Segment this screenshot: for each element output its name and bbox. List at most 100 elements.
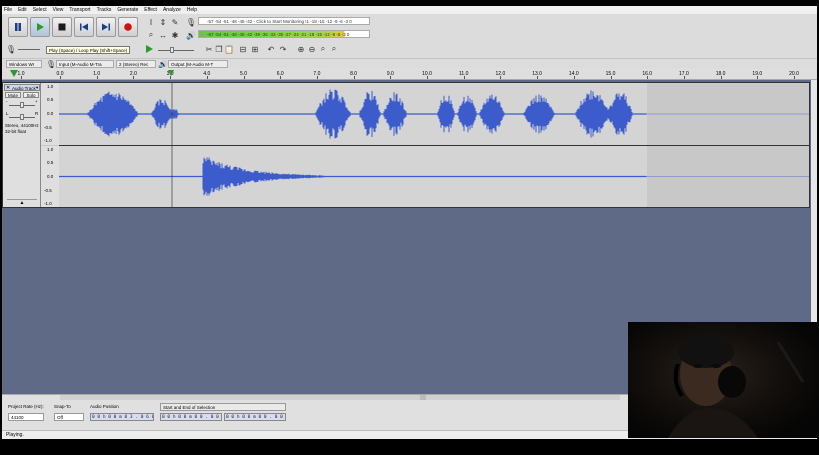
redo-icon[interactable]: ↷ — [278, 44, 288, 54]
device-toolbar: Windows WI 🎙 Input (M-Audio M-Tra 2 (Ste… — [2, 58, 817, 69]
output-device-select[interactable]: Output (M-Audio M-T — [168, 60, 228, 68]
waveform-right-channel[interactable] — [59, 146, 809, 207]
cut-icon[interactable]: ✂ — [204, 44, 214, 54]
pan-left-label: L — [6, 111, 9, 116]
gain-slider-thumb[interactable] — [20, 102, 24, 108]
waveform-left-channel[interactable] — [59, 83, 809, 145]
menu-analyze[interactable]: Analyze — [163, 7, 181, 13]
stop-icon — [58, 23, 66, 31]
ruler-tick-mark — [537, 76, 539, 79]
scale-label: 0.0 — [47, 111, 54, 116]
play-speed-slider[interactable] — [158, 50, 194, 51]
playback-meter[interactable]: -57 -54 -51 -48 -45 -42 -39 -36 -33 -30 … — [198, 30, 370, 38]
amplitude-scale-left: 1.0 0.5 0.0 -0.5 -1.0 — [41, 83, 59, 145]
menu-effect[interactable]: Effect — [144, 7, 157, 13]
ruler-tick-mark — [500, 76, 502, 79]
paste-icon[interactable]: 📋 — [224, 44, 234, 54]
ruler-tick-mark — [757, 76, 759, 79]
audio-track[interactable]: ✕ Audio Track ▾ Mute Solo - + L R Stereo… — [2, 82, 810, 208]
scale-label: -1.0 — [44, 138, 52, 143]
zoom-out-icon[interactable]: ⊖ — [307, 44, 317, 54]
draw-tool-icon[interactable]: ✎ — [170, 17, 180, 27]
play-meter-speaker-icon: 🔊 — [186, 30, 196, 40]
menu-select[interactable]: Select — [33, 7, 47, 13]
close-track-icon[interactable]: ✕ — [6, 85, 10, 91]
horizontal-scrollbar[interactable] — [60, 395, 620, 400]
skip-to-end-icon — [102, 23, 110, 31]
track-name[interactable]: Audio Track — [12, 86, 36, 91]
menu-file[interactable]: File — [4, 7, 12, 13]
mic-volume-icon: 🎙 — [5, 44, 17, 54]
pan-right-label: R — [35, 111, 39, 116]
timeshift-tool-icon[interactable]: ↔ — [158, 30, 168, 40]
menu-bar: File Edit Select View Transport Tracks G… — [2, 6, 817, 14]
fit-project-icon[interactable]: ⌕ — [329, 44, 339, 54]
collapse-track-button[interactable]: ▲ — [7, 199, 37, 206]
audio-host-select[interactable]: Windows WI — [6, 60, 42, 68]
input-device-select[interactable]: Input (M-Audio M-Tra — [56, 60, 114, 68]
play-at-speed-icon[interactable] — [144, 44, 154, 54]
menu-generate[interactable]: Generate — [117, 7, 138, 13]
snap-to-select[interactable]: Off — [54, 413, 84, 421]
stop-button[interactable] — [52, 17, 72, 37]
track-title-bar[interactable]: ✕ Audio Track ▾ — [4, 84, 40, 91]
ruler-tick-mark — [353, 76, 355, 79]
menu-tracks[interactable]: Tracks — [97, 7, 112, 13]
skip-to-start-icon — [80, 23, 88, 31]
channels-select[interactable]: 2 (Stereo) Rec — [116, 60, 156, 68]
menu-help[interactable]: Help — [187, 7, 197, 13]
ruler-tick-mark — [96, 76, 98, 79]
selection-tool-icon[interactable]: I — [146, 17, 156, 27]
mute-button[interactable]: Mute — [5, 92, 21, 98]
track-control-panel: ✕ Audio Track ▾ Mute Solo - + L R Stereo… — [3, 83, 41, 207]
record-button[interactable] — [118, 17, 138, 37]
play-tooltip: Play (Space) / Loop Play (Shift+Space) — [46, 46, 131, 54]
pause-button[interactable] — [8, 17, 28, 37]
undo-icon[interactable]: ↶ — [266, 44, 276, 54]
horizontal-scrollbar-thumb[interactable] — [420, 395, 426, 400]
record-meter-mic-icon: 🎙 — [185, 17, 197, 27]
ruler-tick-mark — [21, 76, 22, 79]
selection-start-field[interactable]: 0 0 h 0 0 m 0 0 . 0 0 0 s — [160, 413, 222, 421]
envelope-tool-icon[interactable]: ⇕ — [158, 17, 168, 27]
timeline-ruler[interactable]: 1.00.01.02.03.04.05.06.07.08.09.010.011.… — [2, 68, 817, 80]
selection-end-field[interactable]: 0 0 h 0 0 m 0 0 . 0 0 0 s — [224, 413, 286, 421]
track-info-bitdepth: 32-bit float — [5, 129, 27, 134]
menu-edit[interactable]: Edit — [18, 7, 27, 13]
ruler-tick-mark — [610, 76, 612, 79]
selection-mode-select[interactable]: Start and End of Selection — [160, 403, 286, 411]
copy-icon[interactable]: ❐ — [214, 44, 224, 54]
ruler-tick-mark — [647, 76, 649, 79]
track-info-format: Stereo, 44100Hz — [5, 123, 39, 128]
record-volume-slider[interactable] — [18, 49, 40, 50]
multi-tool-icon[interactable]: ✱ — [170, 30, 180, 40]
trim-icon[interactable]: ⊟ — [238, 44, 248, 54]
ruler-tick-mark — [206, 76, 208, 79]
gain-plus-label: + — [35, 99, 38, 104]
webcam-overlay — [628, 322, 819, 438]
zoom-tool-icon[interactable]: ⌕ — [146, 30, 156, 40]
skip-end-button[interactable] — [96, 17, 116, 37]
record-meter[interactable]: -57 -54 -51 -48 -45 -42 - Click to Start… — [198, 17, 370, 25]
ruler-tick-mark — [390, 76, 392, 79]
project-rate-select[interactable]: 44100 — [8, 413, 44, 421]
playhead-icon[interactable] — [168, 70, 174, 76]
skip-start-button[interactable] — [74, 17, 94, 37]
audio-position-field[interactable]: 0 0 h 0 0 m 0 3 . 0 6 0 s — [90, 413, 154, 421]
amplitude-scale-right: 1.0 0.5 0.0 -0.5 -1.0 — [41, 146, 59, 207]
zoom-in-icon[interactable]: ⊕ — [296, 44, 306, 54]
scale-label: 1.0 — [47, 147, 54, 152]
ruler-tick-mark — [573, 76, 575, 79]
scale-label: 1.0 — [47, 84, 54, 89]
pan-slider-thumb[interactable] — [20, 114, 24, 120]
fit-selection-icon[interactable]: ⌕ — [318, 44, 328, 54]
play-button[interactable] — [30, 17, 50, 37]
menu-transport[interactable]: Transport — [69, 7, 90, 13]
play-speed-thumb[interactable] — [170, 47, 174, 53]
menu-view[interactable]: View — [53, 7, 64, 13]
silence-icon[interactable]: ⊞ — [250, 44, 260, 54]
solo-button[interactable]: Solo — [23, 92, 39, 98]
gain-minus-label: - — [6, 99, 8, 104]
project-rate-label: Project Rate (Hz): — [8, 404, 44, 409]
track-menu-chevron-icon[interactable]: ▾ — [36, 85, 38, 91]
